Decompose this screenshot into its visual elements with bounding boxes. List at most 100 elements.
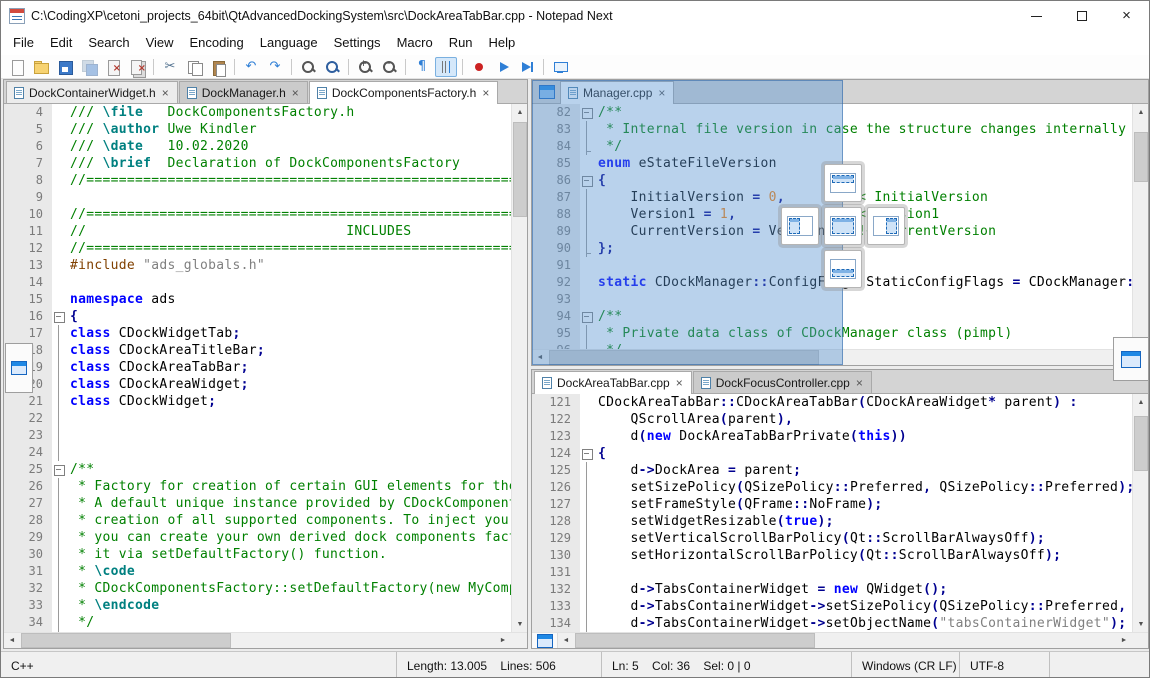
line-number[interactable]: 11 xyxy=(4,223,52,240)
toolbar-find-button[interactable] xyxy=(297,57,319,77)
menu-help[interactable]: Help xyxy=(481,31,524,55)
dock-indicator-right[interactable] xyxy=(867,207,905,245)
toolbar-undo-button[interactable]: ↶ xyxy=(240,57,262,77)
line-number[interactable]: 132 xyxy=(532,581,580,598)
scroll-up-button[interactable]: ▲ xyxy=(1133,394,1148,410)
status-encoding[interactable]: UTF-8 xyxy=(959,652,1049,678)
toolbar-zoom-out-button[interactable]: − xyxy=(378,57,400,77)
fold-marker[interactable] xyxy=(52,308,66,325)
editor-dockareatabbar[interactable]: 121CDockAreaTabBar::CDockAreaTabBar(CDoc… xyxy=(532,394,1148,632)
line-number[interactable]: 6 xyxy=(4,138,52,155)
line-number[interactable]: 126 xyxy=(532,479,580,496)
line-number[interactable]: 24 xyxy=(4,444,52,461)
line-number[interactable]: 9 xyxy=(4,189,52,206)
line-number[interactable]: 33 xyxy=(4,597,52,614)
dock-indicator-center[interactable] xyxy=(824,207,862,245)
toolbar-replace-button[interactable] xyxy=(321,57,343,77)
line-number[interactable]: 23 xyxy=(4,427,52,444)
toolbar-zoom-in-button[interactable]: + xyxy=(354,57,376,77)
scroll-down-button[interactable]: ▼ xyxy=(1133,616,1148,632)
line-number[interactable]: 129 xyxy=(532,530,580,547)
tab-DockFocusController.cpp[interactable]: DockFocusController.cpp× xyxy=(693,371,872,393)
toolbar-show-symbols-button[interactable]: ¶ xyxy=(411,57,433,77)
line-number[interactable]: 8 xyxy=(4,172,52,189)
scrollbar-thumb[interactable] xyxy=(21,633,231,648)
line-number[interactable]: 121 xyxy=(532,394,580,411)
editor-dockcomponentsfactory[interactable]: 4/// \file DockComponentsFactory.h5/// \… xyxy=(4,104,527,632)
toolbar-indent-guides-button[interactable] xyxy=(435,57,457,77)
line-number[interactable]: 124 xyxy=(532,445,580,462)
line-number[interactable]: 125 xyxy=(532,462,580,479)
code-area[interactable]: 4/// \file DockComponentsFactory.h5/// \… xyxy=(4,104,511,632)
menu-run[interactable]: Run xyxy=(441,31,481,55)
auto-hide-tab-left[interactable] xyxy=(5,343,33,393)
line-number[interactable]: 10 xyxy=(4,206,52,223)
line-number[interactable]: 13 xyxy=(4,257,52,274)
maximize-button[interactable] xyxy=(1059,1,1104,31)
toolbar-cut-button[interactable]: ✂ xyxy=(159,57,181,77)
toolbar-close-button[interactable] xyxy=(102,57,124,77)
line-number[interactable]: 26 xyxy=(4,478,52,495)
toolbar-paste-button[interactable] xyxy=(207,57,229,77)
code-area[interactable]: 121CDockAreaTabBar::CDockAreaTabBar(CDoc… xyxy=(532,394,1132,632)
line-number[interactable]: 5 xyxy=(4,121,52,138)
vertical-scrollbar[interactable]: ▲ ▼ xyxy=(511,104,527,632)
toolbar-open-file-button[interactable] xyxy=(30,57,52,77)
line-number[interactable]: 130 xyxy=(532,547,580,564)
toolbar-save-button[interactable] xyxy=(54,57,76,77)
line-number[interactable]: 7 xyxy=(4,155,52,172)
line-number[interactable]: 4 xyxy=(4,104,52,121)
auto-hide-button[interactable] xyxy=(532,633,558,648)
line-number[interactable]: 34 xyxy=(4,614,52,631)
close-button[interactable]: × xyxy=(1104,1,1149,31)
line-number[interactable]: 123 xyxy=(532,428,580,445)
tab-close-button[interactable]: × xyxy=(161,87,170,99)
line-number[interactable]: 25 xyxy=(4,461,52,478)
line-number[interactable]: 29 xyxy=(4,529,52,546)
horizontal-scrollbar[interactable]: ◄ ► xyxy=(532,632,1148,648)
scrollbar-track[interactable] xyxy=(20,633,495,648)
menu-edit[interactable]: Edit xyxy=(42,31,80,55)
menu-settings[interactable]: Settings xyxy=(326,31,389,55)
line-number[interactable]: 12 xyxy=(4,240,52,257)
status-position[interactable]: Ln: 5 Col: 36 Sel: 0 | 0 xyxy=(601,652,851,678)
line-number[interactable]: 122 xyxy=(532,411,580,428)
toolbar-save-all-button[interactable] xyxy=(78,57,100,77)
toolbar-monitoring-button[interactable] xyxy=(549,57,571,77)
scroll-right-button[interactable]: ► xyxy=(1116,633,1132,648)
line-number[interactable]: 128 xyxy=(532,513,580,530)
auto-hide-tab-right[interactable] xyxy=(1113,337,1149,381)
scrollbar-thumb[interactable] xyxy=(1134,132,1148,182)
status-eol[interactable]: Windows (CR LF) xyxy=(851,652,959,678)
line-number[interactable]: 22 xyxy=(4,410,52,427)
dock-indicator-bottom[interactable] xyxy=(824,250,862,288)
scroll-up-button[interactable]: ▲ xyxy=(512,104,527,120)
tab-DockAreaTabBar.cpp[interactable]: DockAreaTabBar.cpp× xyxy=(534,371,692,394)
scroll-right-button[interactable]: ► xyxy=(495,633,511,648)
line-number[interactable]: 32 xyxy=(4,580,52,597)
line-number[interactable]: 17 xyxy=(4,325,52,342)
line-number[interactable]: 127 xyxy=(532,496,580,513)
line-number[interactable]: 131 xyxy=(532,564,580,581)
tab-DockContainerWidget.h[interactable]: DockContainerWidget.h× xyxy=(6,81,178,103)
fold-marker[interactable] xyxy=(580,445,594,462)
menu-file[interactable]: File xyxy=(5,31,42,55)
status-doctype[interactable]: C++ xyxy=(1,652,396,678)
minimize-button[interactable] xyxy=(1014,1,1059,31)
tab-close-button[interactable]: × xyxy=(675,377,684,389)
line-number[interactable]: 134 xyxy=(532,615,580,632)
status-size[interactable]: Length: 13.005 Lines: 506 xyxy=(396,652,601,678)
scroll-up-button[interactable]: ▲ xyxy=(1133,104,1148,120)
dock-indicator-top[interactable] xyxy=(824,164,862,202)
line-number[interactable]: 15 xyxy=(4,291,52,308)
menu-encoding[interactable]: Encoding xyxy=(182,31,252,55)
vertical-scrollbar[interactable]: ▲ ▼ xyxy=(1132,394,1148,632)
toolbar-redo-button[interactable]: ↷ xyxy=(264,57,286,77)
menu-language[interactable]: Language xyxy=(252,31,326,55)
scrollbar-track[interactable] xyxy=(574,633,1116,648)
scroll-down-button[interactable]: ▼ xyxy=(512,616,527,632)
line-number[interactable]: 27 xyxy=(4,495,52,512)
scroll-left-button[interactable]: ◄ xyxy=(4,633,20,648)
scrollbar-thumb[interactable] xyxy=(513,122,527,217)
horizontal-scrollbar[interactable]: ◄ ► xyxy=(4,632,527,648)
